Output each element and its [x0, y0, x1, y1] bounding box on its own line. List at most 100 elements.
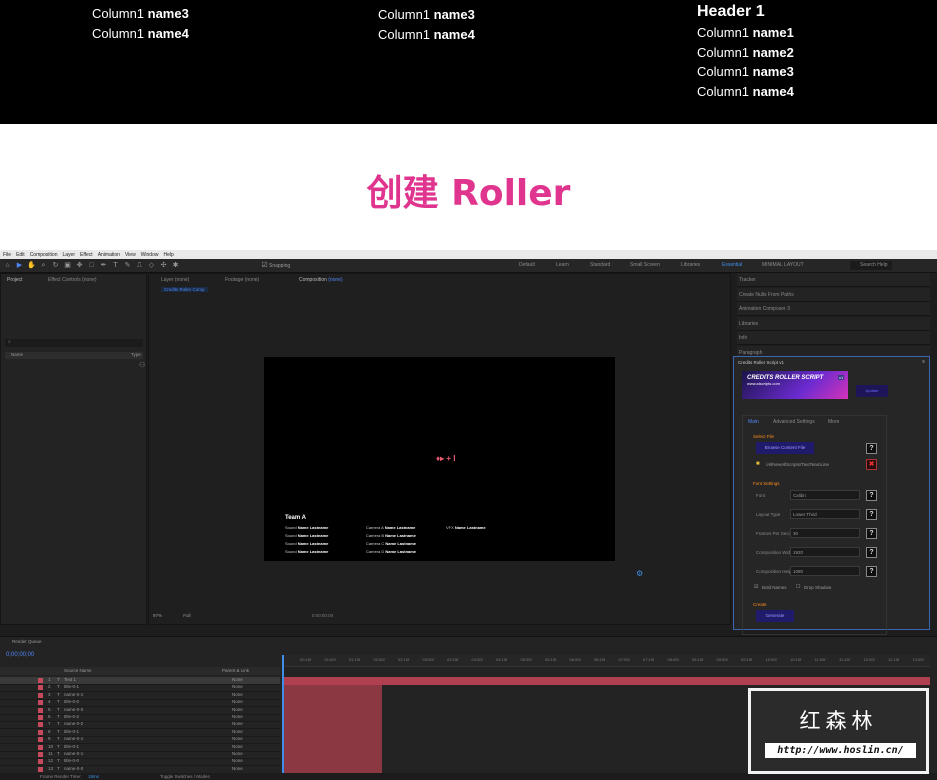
- workspace-small-screen[interactable]: Small Screen: [630, 262, 660, 268]
- tab-footage[interactable]: Footage (none): [225, 277, 259, 283]
- help-icon[interactable]: ?: [866, 566, 877, 577]
- update-button[interactable]: Update: [856, 385, 888, 397]
- parent-dropdown[interactable]: None: [232, 751, 243, 756]
- search-help-input[interactable]: Search Help: [850, 261, 892, 270]
- layer-label-color[interactable]: [38, 715, 43, 720]
- pan-tool-icon[interactable]: ✥: [75, 262, 84, 270]
- layer-label-color[interactable]: [38, 685, 43, 691]
- snapping-checkbox-icon[interactable]: ☑: [260, 262, 269, 270]
- rectangle-tool-icon[interactable]: □: [87, 262, 96, 270]
- menu-item-window[interactable]: Window: [141, 252, 159, 258]
- layer-name[interactable]: title-0-2: [64, 714, 79, 719]
- composition-viewer[interactable]: ♦▸ + I Team A Sound Name Lastname Sound N…: [264, 357, 615, 561]
- help-icon[interactable]: ?: [866, 490, 877, 501]
- layer-label-color[interactable]: [38, 700, 43, 706]
- layer-name[interactable]: name-0-1: [64, 692, 83, 697]
- text-layer-bar[interactable]: [282, 677, 930, 685]
- panel-libraries[interactable]: Libraries: [737, 316, 930, 331]
- layer-label-color[interactable]: [38, 678, 43, 683]
- field-font[interactable]: Calibri: [790, 490, 860, 500]
- layer-name[interactable]: title-0-1: [64, 744, 79, 749]
- rotate-tool-icon[interactable]: ↻: [51, 262, 60, 270]
- drop-shadow-checkbox-icon[interactable]: ☐: [796, 584, 800, 590]
- comp-flow-label[interactable]: Credits Roller Comp: [161, 287, 208, 292]
- time-ruler[interactable]: 00:15f 01:00f 01:15f 02:00f 02:15f 03:00f 03:1…: [282, 655, 930, 667]
- field-frames-per-second[interactable]: 30: [790, 528, 860, 538]
- parent-dropdown[interactable]: None: [232, 758, 243, 763]
- help-icon[interactable]: ?: [866, 528, 877, 539]
- panel-animation-composer-3[interactable]: Animation Composer 3: [737, 302, 930, 316]
- menu-item-animation[interactable]: Animation: [98, 252, 120, 258]
- help-icon[interactable]: ?: [866, 509, 877, 520]
- workspace-libraries[interactable]: Libraries: [681, 262, 700, 268]
- layer-label-color[interactable]: [38, 752, 43, 757]
- tab-main[interactable]: Main: [748, 419, 759, 425]
- parent-dropdown[interactable]: None: [232, 736, 243, 741]
- workspace-standard[interactable]: Standard: [590, 262, 610, 268]
- stamp-tool-icon[interactable]: ⎍: [135, 262, 144, 270]
- tab-advanced-settings[interactable]: Advanced Settings: [773, 419, 815, 425]
- menu-item-effect[interactable]: Effect: [80, 252, 93, 258]
- layer-name[interactable]: name-0-0: [64, 707, 83, 712]
- parent-dropdown[interactable]: None: [232, 721, 243, 726]
- eraser-tool-icon[interactable]: ◇: [147, 262, 156, 270]
- layer-name[interactable]: title-0-0: [64, 699, 79, 704]
- menu-item-composition[interactable]: Composition: [30, 252, 58, 258]
- resolution-dropdown[interactable]: Full: [183, 613, 190, 618]
- parent-dropdown[interactable]: None: [232, 677, 243, 682]
- bold-names-checkbox-icon[interactable]: ☑: [754, 584, 758, 590]
- pen-tool-icon[interactable]: ✒: [99, 262, 108, 270]
- workspace-default[interactable]: Default: [519, 262, 535, 268]
- parent-dropdown[interactable]: None: [232, 766, 243, 771]
- layer-name[interactable]: Text 1: [64, 677, 76, 682]
- layer-label-color[interactable]: [38, 766, 43, 772]
- field-layout-type[interactable]: Lower Third: [790, 509, 860, 519]
- layer-name[interactable]: title-0-0: [64, 758, 79, 763]
- remove-file-icon[interactable]: ✖: [866, 459, 877, 470]
- brush-tool-icon[interactable]: ✎: [123, 262, 132, 270]
- workspace-essential[interactable]: Essential: [722, 262, 742, 268]
- zoom-dropdown[interactable]: 97%: [153, 613, 162, 618]
- workspace-minimal-layout[interactable]: MINIMAL LAYOUT: [762, 262, 804, 268]
- panel-menu-icon[interactable]: ≡: [922, 359, 925, 365]
- layer-label-color[interactable]: [38, 744, 43, 750]
- flowchart-icon[interactable]: ⚇: [139, 361, 145, 369]
- roto-tool-icon[interactable]: ✣: [159, 262, 168, 270]
- viewer-timecode[interactable]: 0:00:00:00: [312, 613, 333, 618]
- workspace-learn[interactable]: Learn: [556, 262, 569, 268]
- layer-name[interactable]: title-0-1: [64, 729, 79, 734]
- zoom-tool-icon[interactable]: ⌕: [39, 262, 48, 270]
- layer-label-color[interactable]: [38, 737, 43, 743]
- menu-item-view[interactable]: View: [125, 252, 136, 258]
- layer-name[interactable]: name-0-1: [64, 736, 83, 741]
- settings-gear-icon[interactable]: ⚙: [636, 569, 643, 578]
- camera-tool-icon[interactable]: ▣: [63, 262, 72, 270]
- generate-button[interactable]: Generate: [756, 610, 794, 622]
- type-tool-icon[interactable]: T: [111, 262, 120, 270]
- layer-label-color[interactable]: [38, 759, 43, 765]
- puppet-tool-icon[interactable]: ✱: [171, 262, 180, 270]
- parent-dropdown[interactable]: None: [232, 744, 243, 749]
- tab-effect-controls[interactable]: Effect Controls (none): [48, 277, 97, 283]
- parent-dropdown[interactable]: None: [232, 692, 243, 697]
- timeline-timecode[interactable]: 0;00;00;00: [6, 652, 34, 658]
- panel-tracker[interactable]: Tracker: [737, 273, 930, 287]
- help-icon[interactable]: ?: [866, 547, 877, 558]
- tab-composition[interactable]: Composition (none): [299, 277, 343, 283]
- hand-tool-icon[interactable]: ✋: [27, 262, 36, 270]
- parent-dropdown[interactable]: None: [232, 699, 243, 704]
- parent-dropdown[interactable]: None: [232, 729, 243, 734]
- tab-more[interactable]: More: [828, 419, 839, 425]
- project-search-input[interactable]: ⌕: [5, 339, 143, 347]
- layer-name[interactable]: name-0-0: [64, 766, 83, 771]
- selection-tool-icon[interactable]: ▶: [15, 262, 24, 270]
- parent-dropdown[interactable]: None: [232, 714, 243, 719]
- layer-label-color[interactable]: [38, 729, 43, 735]
- toggle-switches-modes[interactable]: Toggle Switches / Modes: [160, 774, 210, 779]
- layer-name[interactable]: title-0-1: [64, 684, 79, 689]
- panel-info[interactable]: Info: [737, 331, 930, 345]
- menu-item-edit[interactable]: Edit: [16, 252, 25, 258]
- layer-label-color[interactable]: [38, 692, 43, 698]
- menu-item-help[interactable]: Help: [163, 252, 173, 258]
- playhead[interactable]: [282, 655, 284, 780]
